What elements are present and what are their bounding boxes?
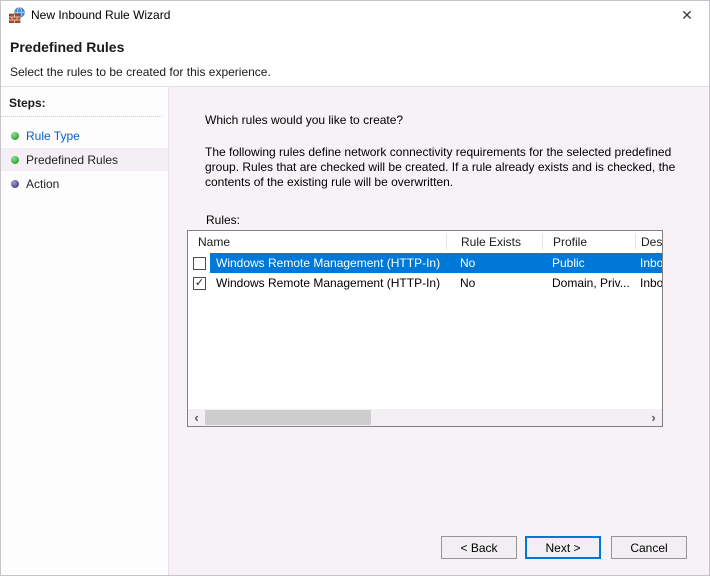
close-button[interactable]: ✕ [675, 5, 699, 25]
page-title: Predefined Rules [10, 39, 709, 55]
sidebar-item-label: Predefined Rules [26, 153, 118, 167]
rules-label: Rules: [206, 213, 240, 227]
column-header-name[interactable]: Name [188, 234, 446, 250]
cell-profile: Domain, Priv... [542, 273, 635, 293]
cell-name: Windows Remote Management (HTTP-In) [210, 273, 446, 293]
steps-sidebar: Steps: Rule Type Predefined Rules Action [1, 87, 169, 575]
title-bar: New Inbound Rule Wizard ✕ [1, 1, 709, 29]
rule-checkbox[interactable]: ✓ [193, 277, 206, 290]
cell-rule-exists: No [446, 253, 542, 273]
table-row[interactable]: ✓ Windows Remote Management (HTTP-In) No… [188, 253, 662, 273]
checkmark-icon: ✓ [195, 278, 204, 289]
row-content[interactable]: Windows Remote Management (HTTP-In) No P… [210, 253, 663, 273]
scroll-left-icon[interactable]: ‹ [188, 409, 205, 426]
cell-name: Windows Remote Management (HTTP-In) [210, 253, 446, 273]
description-text: The following rules define network conne… [205, 145, 697, 190]
cell-rule-exists: No [446, 273, 542, 293]
checkbox-cell: ✓ [188, 253, 210, 273]
table-header-row: Name Rule Exists Profile Desc [188, 231, 662, 253]
wizard-body: Steps: Rule Type Predefined Rules Action… [1, 86, 709, 575]
sidebar-item-rule-type[interactable]: Rule Type [1, 124, 168, 147]
cell-profile: Public [542, 253, 635, 273]
back-button[interactable]: < Back [441, 536, 517, 559]
main-content: Which rules would you like to create? Th… [169, 87, 709, 575]
firewall-icon [9, 7, 25, 23]
wizard-window: { "window": { "title": "New Inbound Rule… [0, 0, 710, 576]
step-bullet-icon [11, 180, 19, 188]
horizontal-scrollbar[interactable]: ‹ › [188, 409, 662, 426]
steps-heading: Steps: [1, 87, 162, 117]
page-subtitle: Select the rules to be created for this … [10, 65, 709, 79]
checkbox-cell: ✓ [188, 273, 210, 293]
sidebar-item-label: Action [26, 177, 59, 191]
wizard-header: Predefined Rules Select the rules to be … [1, 29, 709, 85]
cell-desc: Inbou [635, 253, 663, 273]
scrollbar-thumb[interactable] [205, 410, 371, 425]
close-icon: ✕ [681, 7, 693, 24]
table-row[interactable]: ✓ Windows Remote Management (HTTP-In) No… [188, 273, 662, 293]
column-header-desc[interactable]: Desc [635, 234, 662, 250]
row-content[interactable]: Windows Remote Management (HTTP-In) No D… [210, 273, 663, 293]
window-title: New Inbound Rule Wizard [31, 8, 170, 22]
column-header-rule-exists[interactable]: Rule Exists [446, 234, 542, 250]
cell-desc: Inbou [635, 273, 663, 293]
step-bullet-icon [11, 132, 19, 140]
sidebar-item-predefined-rules[interactable]: Predefined Rules [1, 148, 168, 171]
sidebar-item-label: Rule Type [26, 129, 80, 143]
column-header-profile[interactable]: Profile [542, 234, 635, 250]
scroll-right-icon[interactable]: › [645, 409, 662, 426]
rule-checkbox[interactable]: ✓ [193, 257, 206, 270]
next-button[interactable]: Next > [525, 536, 601, 559]
cancel-button[interactable]: Cancel [611, 536, 687, 559]
sidebar-item-action: Action [1, 172, 168, 195]
question-text: Which rules would you like to create? [205, 113, 403, 127]
rules-table: Name Rule Exists Profile Desc ✓ Windows … [187, 230, 663, 427]
step-bullet-icon [11, 156, 19, 164]
